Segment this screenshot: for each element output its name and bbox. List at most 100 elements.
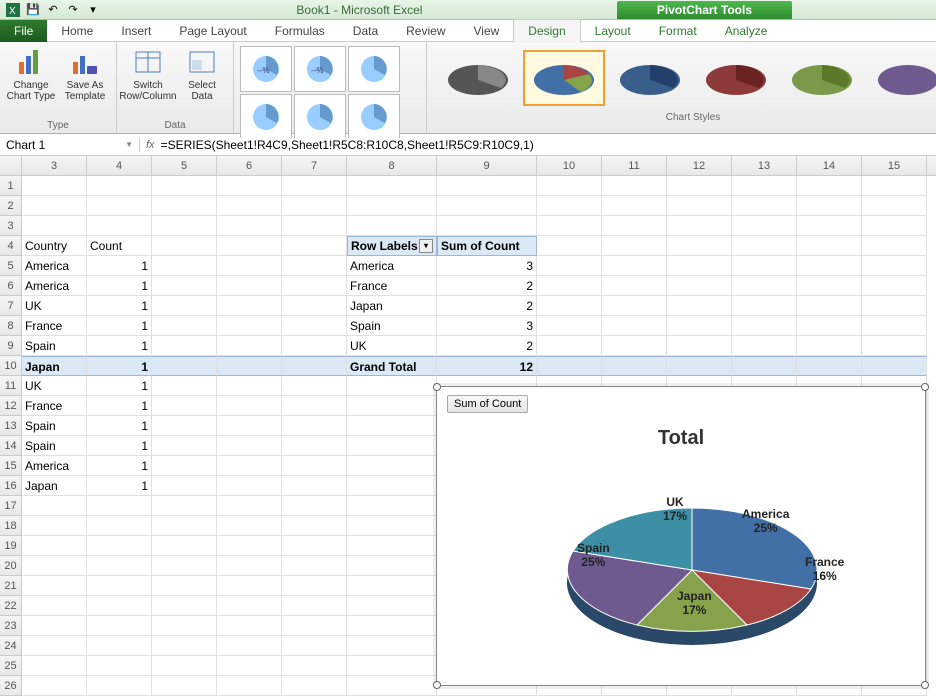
- cell[interactable]: [667, 196, 732, 216]
- resize-handle[interactable]: [433, 681, 441, 689]
- cell[interactable]: [602, 336, 667, 356]
- file-tab[interactable]: File: [0, 20, 47, 42]
- cell[interactable]: [217, 436, 282, 456]
- cell[interactable]: [347, 676, 437, 696]
- cell[interactable]: Spain: [22, 416, 87, 436]
- cell[interactable]: [602, 216, 667, 236]
- row-header[interactable]: 8: [0, 316, 22, 336]
- cell[interactable]: UK: [22, 296, 87, 316]
- col-header[interactable]: 10: [537, 156, 602, 175]
- cell[interactable]: [862, 356, 927, 376]
- cell[interactable]: 1: [87, 396, 152, 416]
- cell[interactable]: [152, 316, 217, 336]
- cell[interactable]: [217, 256, 282, 276]
- select-data-button[interactable]: Select Data: [177, 46, 227, 102]
- cell[interactable]: [282, 276, 347, 296]
- cell[interactable]: [732, 256, 797, 276]
- cell[interactable]: 1: [87, 316, 152, 336]
- cell[interactable]: [667, 216, 732, 236]
- cell[interactable]: [797, 256, 862, 276]
- cell[interactable]: [537, 176, 602, 196]
- col-header[interactable]: 7: [282, 156, 347, 175]
- cell[interactable]: [732, 176, 797, 196]
- cell[interactable]: America: [22, 276, 87, 296]
- cell[interactable]: UK: [22, 376, 87, 396]
- cell[interactable]: [87, 516, 152, 536]
- cell[interactable]: [152, 556, 217, 576]
- cell[interactable]: 1: [87, 276, 152, 296]
- chart-style-2[interactable]: [523, 50, 605, 106]
- cell[interactable]: [217, 616, 282, 636]
- cell[interactable]: [22, 676, 87, 696]
- cell[interactable]: [537, 216, 602, 236]
- row-header[interactable]: 2: [0, 196, 22, 216]
- cell[interactable]: [217, 236, 282, 256]
- cell[interactable]: [282, 196, 347, 216]
- cell[interactable]: [152, 256, 217, 276]
- cell[interactable]: 1: [87, 376, 152, 396]
- cell[interactable]: [217, 496, 282, 516]
- chart-style-1[interactable]: [437, 50, 519, 106]
- cell[interactable]: [87, 556, 152, 576]
- cell[interactable]: [217, 676, 282, 696]
- col-header[interactable]: 14: [797, 156, 862, 175]
- cell[interactable]: [217, 296, 282, 316]
- cell[interactable]: [152, 436, 217, 456]
- col-header[interactable]: 6: [217, 156, 282, 175]
- cell[interactable]: Japan: [22, 476, 87, 496]
- cell[interactable]: [217, 316, 282, 336]
- cell[interactable]: [732, 196, 797, 216]
- cell[interactable]: [667, 236, 732, 256]
- cell[interactable]: [797, 216, 862, 236]
- col-header[interactable]: 11: [602, 156, 667, 175]
- cell[interactable]: [152, 516, 217, 536]
- row-header[interactable]: 9: [0, 336, 22, 356]
- cell[interactable]: [347, 196, 437, 216]
- cell[interactable]: [217, 556, 282, 576]
- change-chart-type-button[interactable]: Change Chart Type: [6, 46, 56, 102]
- cell[interactable]: [152, 416, 217, 436]
- cell[interactable]: [347, 576, 437, 596]
- cell[interactable]: [347, 476, 437, 496]
- formula-input[interactable]: [161, 138, 930, 152]
- row-header[interactable]: 24: [0, 636, 22, 656]
- cell[interactable]: [732, 236, 797, 256]
- cell[interactable]: [347, 496, 437, 516]
- cell[interactable]: [152, 216, 217, 236]
- cell[interactable]: [537, 196, 602, 216]
- tab-format[interactable]: Format: [645, 20, 711, 42]
- pie-chart[interactable]: America25% France16% Japan17% Spain25% U…: [547, 475, 837, 668]
- cell[interactable]: [282, 436, 347, 456]
- cell[interactable]: [537, 236, 602, 256]
- cell[interactable]: [282, 656, 347, 676]
- cell[interactable]: [282, 296, 347, 316]
- cell[interactable]: Spain: [22, 436, 87, 456]
- redo-icon[interactable]: ↷: [64, 2, 82, 18]
- cell[interactable]: [217, 376, 282, 396]
- cell[interactable]: [87, 496, 152, 516]
- cell[interactable]: [732, 356, 797, 376]
- cell[interactable]: [282, 516, 347, 536]
- cell[interactable]: [22, 616, 87, 636]
- cell[interactable]: 1: [87, 336, 152, 356]
- cell[interactable]: [537, 296, 602, 316]
- cell[interactable]: [862, 336, 927, 356]
- select-all-corner[interactable]: [0, 156, 22, 175]
- cell[interactable]: [217, 476, 282, 496]
- cell[interactable]: [537, 276, 602, 296]
- cell[interactable]: [862, 276, 927, 296]
- cell[interactable]: [152, 236, 217, 256]
- cell[interactable]: [602, 176, 667, 196]
- cell[interactable]: [217, 636, 282, 656]
- tab-view[interactable]: View: [460, 20, 514, 42]
- cell[interactable]: America: [22, 456, 87, 476]
- cell[interactable]: 1: [87, 256, 152, 276]
- cell[interactable]: [217, 456, 282, 476]
- cell[interactable]: [862, 176, 927, 196]
- cell[interactable]: [87, 596, 152, 616]
- fx-icon[interactable]: fx: [146, 139, 155, 151]
- row-header[interactable]: 16: [0, 476, 22, 496]
- cell[interactable]: 2: [437, 276, 537, 296]
- cell[interactable]: [152, 656, 217, 676]
- cell[interactable]: [347, 536, 437, 556]
